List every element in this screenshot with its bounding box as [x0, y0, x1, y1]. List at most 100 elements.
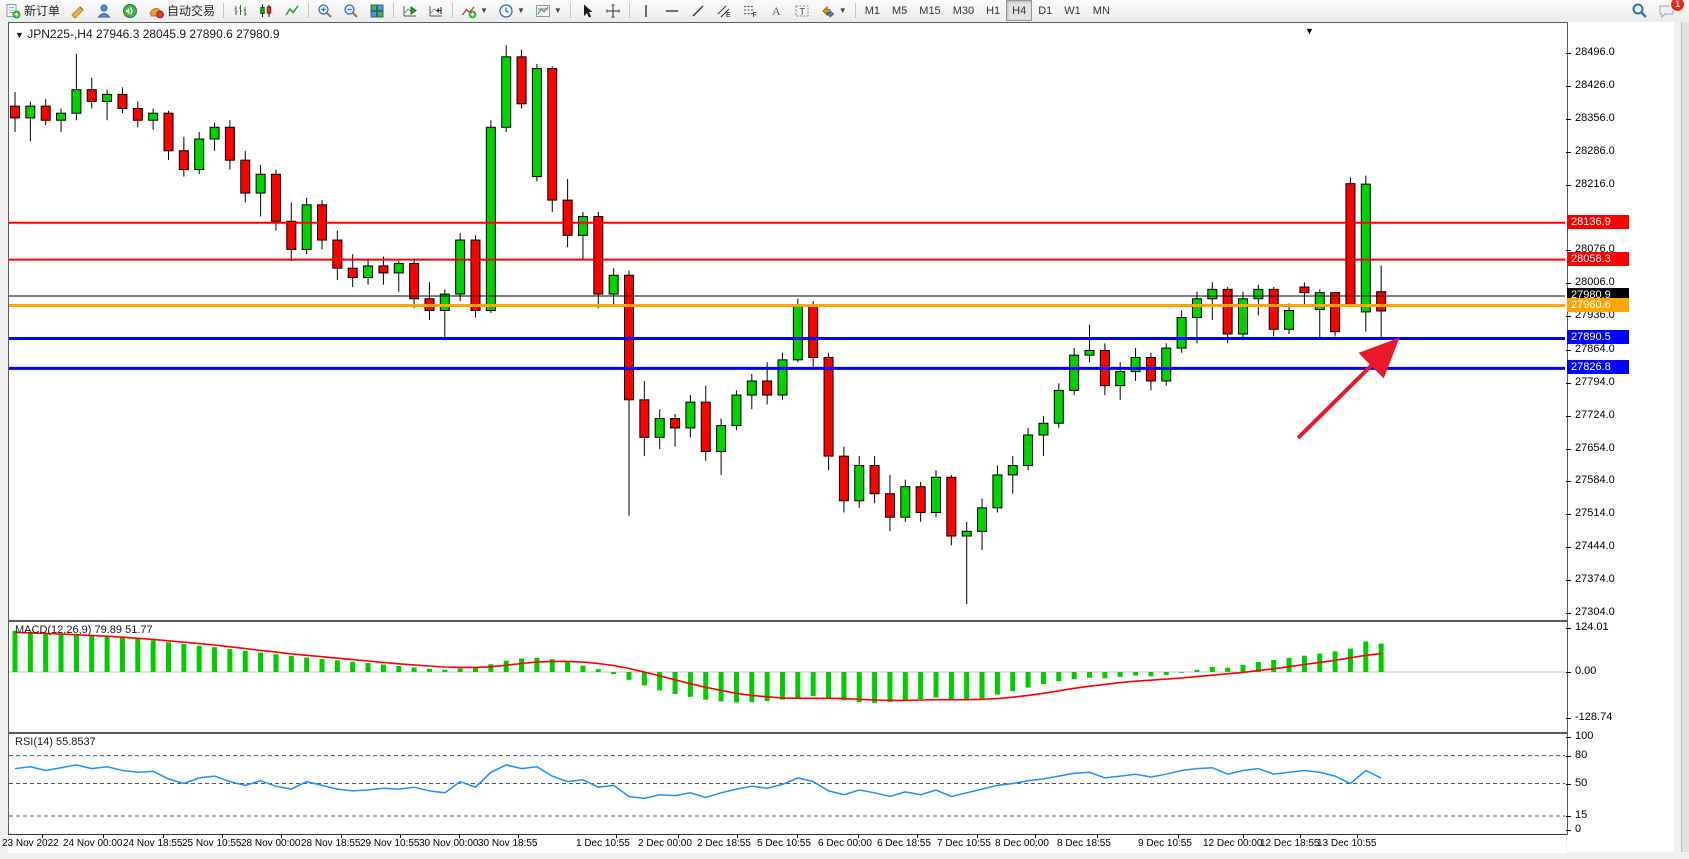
- cursor-icon: [579, 3, 595, 19]
- bull-candle: [103, 94, 112, 101]
- rsi-tick-mark: [1566, 756, 1571, 757]
- bull-candle: [855, 466, 864, 501]
- bull-candle: [26, 106, 35, 118]
- signals-button[interactable]: [117, 0, 143, 21]
- bull-candle: [1192, 299, 1201, 318]
- chart-menu-caret-icon[interactable]: ▼: [1305, 26, 1314, 36]
- periods-button[interactable]: ▼: [493, 0, 530, 21]
- macd-tick-mark: [1566, 718, 1571, 719]
- search-button[interactable]: [1626, 0, 1653, 21]
- equidistant-channel-tool-button[interactable]: E: [711, 0, 737, 21]
- main-chart-canvas[interactable]: [9, 23, 1565, 618]
- chart-collapse-icon[interactable]: ▼: [15, 30, 24, 40]
- new-order-label: 新订单: [24, 2, 60, 19]
- bear-candle: [517, 57, 526, 104]
- chart-shift-button[interactable]: [423, 0, 449, 21]
- zoom-in-icon: [317, 3, 333, 19]
- timeframe-m1-button[interactable]: M1: [859, 0, 886, 21]
- arrows-tool-button[interactable]: ▼: [815, 0, 852, 21]
- timeframe-h1-button[interactable]: H1: [980, 0, 1006, 21]
- bear-candle: [41, 106, 50, 120]
- svg-text:E: E: [726, 12, 731, 19]
- toolbar-separator: [855, 3, 856, 18]
- chart-ohlc-title: ▼ JPN225-,H4 27946.3 28045.9 27890.6 279…: [15, 27, 280, 41]
- profile-button[interactable]: [91, 0, 117, 21]
- main-chart-panel[interactable]: ▼ JPN225-,H4 27946.3 28045.9 27890.6 279…: [8, 22, 1568, 621]
- new-order-button[interactable]: 新订单: [0, 0, 65, 21]
- auto-scroll-button[interactable]: [397, 0, 423, 21]
- chart-symbol-period: JPN225-,H4: [27, 27, 92, 41]
- price-tick-mark: [1566, 350, 1571, 351]
- bear-candle: [379, 266, 388, 273]
- fibonacci-tool-button[interactable]: F: [737, 0, 763, 21]
- time-axis[interactable]: 23 Nov 202224 Nov 00:0024 Nov 18:5525 No…: [8, 834, 1566, 853]
- bull-candle: [686, 402, 695, 428]
- bear-candle: [548, 69, 557, 201]
- zoom-in-button[interactable]: [312, 0, 338, 21]
- bear-candle: [179, 151, 188, 170]
- bear-candle: [563, 200, 572, 235]
- crosshair-tool-button[interactable]: [600, 0, 626, 21]
- macd-panel[interactable]: MACD(12,26,9) 79.89 51.77: [8, 621, 1568, 733]
- tile-windows-button[interactable]: [364, 0, 390, 21]
- bull-candle: [978, 508, 987, 531]
- candlestick-chart-icon: [258, 3, 274, 19]
- bear-candle: [947, 477, 956, 536]
- auto-trading-button[interactable]: 自动交易: [143, 0, 220, 21]
- bull-candle: [302, 205, 311, 250]
- new-order-icon: [5, 3, 21, 19]
- bear-candle: [594, 217, 603, 295]
- timeframe-mn-button[interactable]: MN: [1087, 0, 1116, 21]
- bear-candle: [118, 94, 127, 108]
- line-chart-button[interactable]: [279, 0, 305, 21]
- zoom-out-button[interactable]: [338, 0, 364, 21]
- time-tick-label: 12 Dec 18:55: [1260, 838, 1320, 849]
- price-tick-mark: [1566, 86, 1571, 87]
- templates-icon: [535, 3, 551, 19]
- bear-candle: [916, 487, 925, 513]
- timeframe-w1-button[interactable]: W1: [1058, 0, 1087, 21]
- cursor-tool-button[interactable]: [574, 0, 600, 21]
- timeframe-m15-button[interactable]: M15: [913, 0, 946, 21]
- annotation-arrow[interactable]: [1298, 346, 1391, 438]
- timeframe-d1-button[interactable]: D1: [1032, 0, 1058, 21]
- price-tick-label: 27654.0: [1575, 442, 1615, 454]
- indicators-button[interactable]: ▼: [456, 0, 493, 21]
- bull-candle: [1008, 466, 1017, 475]
- text-icon: A: [768, 3, 784, 19]
- time-tick-label: 1 Dec 10:55: [576, 838, 630, 849]
- bull-candle: [778, 360, 787, 395]
- timeframe-m30-button[interactable]: M30: [947, 0, 980, 21]
- rsi-tick-mark: [1566, 737, 1571, 738]
- vertical-line-tool-button[interactable]: [633, 0, 659, 21]
- candlestick-chart-button[interactable]: [253, 0, 279, 21]
- timeframe-h4-button[interactable]: H4: [1006, 0, 1032, 21]
- timeframe-m5-button[interactable]: M5: [886, 0, 913, 21]
- price-tick-label: 28216.0: [1575, 178, 1615, 190]
- price-tick-mark: [1566, 119, 1571, 120]
- templates-button[interactable]: ▼: [530, 0, 567, 21]
- metaeditor-button[interactable]: [65, 0, 91, 21]
- bear-candle: [1346, 184, 1355, 305]
- time-tick-label: 29 Nov 10:55: [360, 838, 420, 849]
- horizontal-line-tool-button[interactable]: [659, 0, 685, 21]
- rsi-tick-mark: [1566, 816, 1571, 817]
- time-tick-label: 25 Nov 10:55: [182, 838, 242, 849]
- window-scrollbar[interactable]: [1681, 22, 1689, 852]
- periods-clock-icon: [498, 3, 514, 19]
- bar-chart-button[interactable]: [227, 0, 253, 21]
- chat-button[interactable]: 1: [1653, 0, 1681, 21]
- bear-candle: [1331, 293, 1340, 332]
- rsi-panel[interactable]: RSI(14) 55.8537: [8, 733, 1568, 835]
- text-label-tool-button[interactable]: T: [789, 0, 815, 21]
- text-tool-button[interactable]: A: [763, 0, 789, 21]
- price-tick-label: 28426.0: [1575, 79, 1615, 91]
- macd-tick-mark: [1566, 628, 1571, 629]
- bear-candle: [87, 90, 96, 102]
- bull-candle: [717, 426, 726, 452]
- bull-candle: [1070, 355, 1079, 390]
- rsi-tick-label: 15: [1575, 809, 1587, 821]
- price-axis[interactable]: 28496.028426.028356.028286.028216.028076…: [1566, 21, 1681, 854]
- bear-candle: [839, 456, 848, 501]
- trendline-tool-button[interactable]: [685, 0, 711, 21]
